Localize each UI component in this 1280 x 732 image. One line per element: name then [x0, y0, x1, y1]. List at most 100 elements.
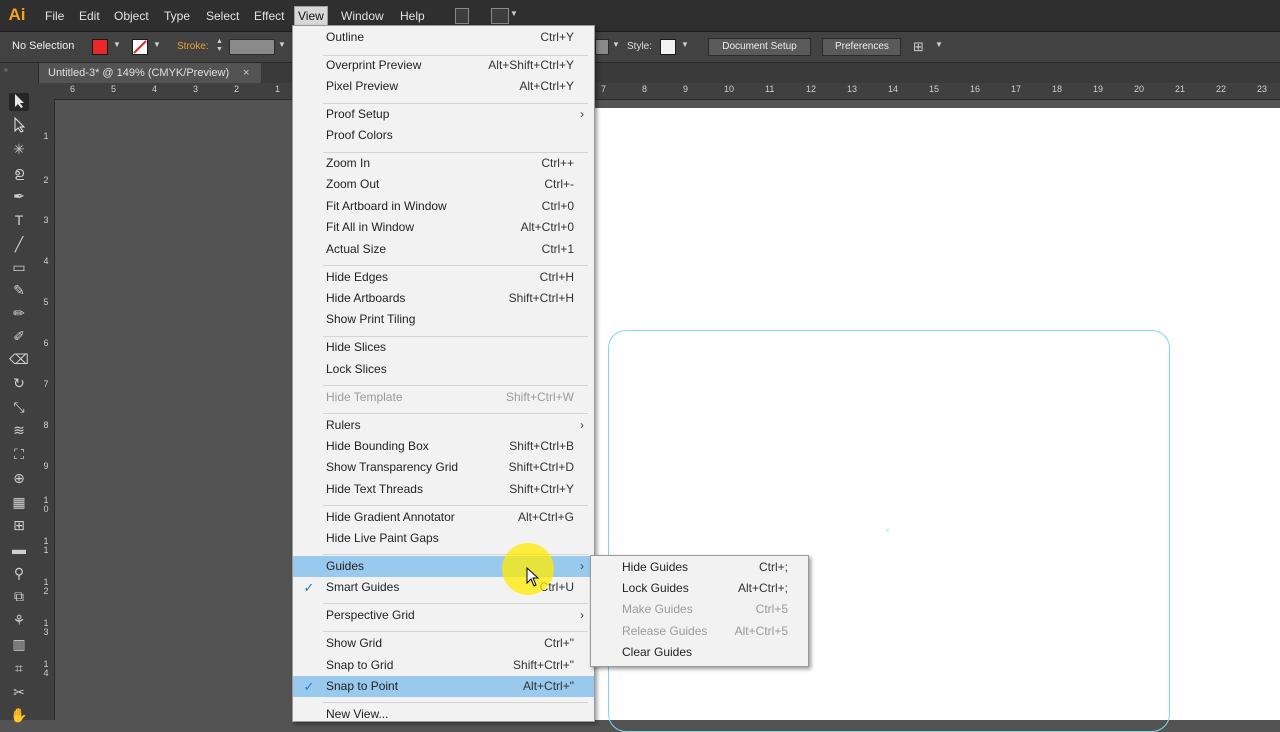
menu-item-lock-guides[interactable]: Lock Guides Alt+Ctrl+; — [591, 578, 808, 599]
menu-item-pixel-preview[interactable]: Pixel Preview Alt+Ctrl+Y — [293, 76, 594, 97]
menu-item-shortcut: Ctrl+; — [758, 560, 788, 574]
menu-item-show-grid[interactable]: Show Grid Ctrl+" — [293, 633, 594, 654]
shape-builder-icon[interactable]: ⊕ — [9, 469, 29, 487]
menu-separator — [323, 603, 588, 604]
pencil-icon[interactable]: ✏ — [9, 304, 29, 322]
menu-item-hide-text-threads[interactable]: Hide Text Threads Shift+Ctrl+Y — [293, 479, 594, 500]
menu-item-new-view[interactable]: New View... — [293, 704, 594, 725]
pen-tool-icon[interactable]: ✒ — [9, 187, 29, 205]
column-graph-icon[interactable]: ▥ — [9, 635, 29, 653]
menu-item-zoom-out[interactable]: Zoom Out Ctrl+- — [293, 174, 594, 195]
fill-swatch[interactable] — [92, 39, 108, 55]
menu-item-overprint-preview[interactable]: Overprint Preview Alt+Shift+Ctrl+Y — [293, 55, 594, 76]
menu-view[interactable]: View — [294, 6, 328, 26]
eraser-icon[interactable]: ⌫ — [9, 350, 29, 368]
artboard-tool-icon[interactable]: ⌗ — [9, 659, 29, 677]
lasso-icon[interactable]: ഉ — [9, 163, 29, 181]
menu-item-label: Hide Edges — [326, 270, 389, 284]
warp-tool-icon[interactable]: ≋ — [9, 421, 29, 439]
menu-item-fit-all[interactable]: Fit All in Window Alt+Ctrl+0 — [293, 217, 594, 238]
menu-type[interactable]: Type — [161, 7, 193, 25]
type-tool-icon[interactable]: T — [9, 211, 29, 229]
stroke-stepper-icon[interactable]: ▲ ▼ — [216, 38, 223, 54]
menu-file[interactable]: File — [42, 7, 67, 25]
magic-wand-icon[interactable]: ✳ — [9, 140, 29, 158]
blend-tool-icon[interactable]: ⧉ — [9, 587, 29, 605]
menu-item-fit-artboard[interactable]: Fit Artboard in Window Ctrl+0 — [293, 196, 594, 217]
symbol-sprayer-icon[interactable]: ⚘ — [9, 611, 29, 629]
stroke-dropdown-icon[interactable]: ▼ — [153, 40, 161, 49]
close-icon[interactable]: × — [243, 63, 249, 83]
opacity-input[interactable] — [595, 39, 609, 55]
menu-item-label: Snap to Point — [326, 679, 399, 693]
menu-item-show-print-tiling[interactable]: Show Print Tiling — [293, 309, 594, 330]
menu-item-hide-guides[interactable]: Hide Guides Ctrl+; — [591, 557, 808, 578]
menu-item-label: Actual Size — [326, 242, 387, 256]
stroke-weight-input[interactable] — [229, 39, 275, 55]
arrange-dropdown-icon[interactable]: ▼ — [935, 40, 943, 49]
style-swatch[interactable] — [660, 39, 676, 55]
ruler-label: 13 — [43, 618, 49, 637]
opacity-dropdown-icon[interactable]: ▼ — [612, 40, 620, 49]
arrange-documents-icon[interactable] — [491, 8, 509, 24]
menu-item-clear-guides[interactable]: Clear Guides — [591, 642, 808, 663]
menu-item-hide-artboards[interactable]: Hide Artboards Shift+Ctrl+H — [293, 288, 594, 309]
scale-tool-icon[interactable]: ⤡ — [9, 398, 29, 416]
menu-effect[interactable]: Effect — [251, 7, 287, 25]
menu-select[interactable]: Select — [203, 7, 242, 25]
rectangle-tool-icon[interactable]: ▭ — [9, 258, 29, 276]
menu-window[interactable]: Window — [338, 7, 387, 25]
rotate-tool-icon[interactable]: ↻ — [9, 374, 29, 392]
line-tool-icon[interactable]: ╱ — [9, 235, 29, 253]
menu-item-actual-size[interactable]: Actual Size Ctrl+1 — [293, 239, 594, 260]
menu-item-rulers[interactable]: Rulers › — [293, 415, 594, 436]
submenu-arrow-icon: › — [580, 107, 584, 121]
bridge-icon[interactable] — [455, 8, 469, 24]
menu-item-outline[interactable]: Outline Ctrl+Y — [293, 27, 594, 48]
fill-dropdown-icon[interactable]: ▼ — [113, 40, 121, 49]
menu-item-hide-live-paint-gaps[interactable]: Hide Live Paint Gaps — [293, 528, 594, 549]
style-dropdown-icon[interactable]: ▼ — [681, 40, 689, 49]
menu-item-hide-slices[interactable]: Hide Slices — [293, 337, 594, 358]
menu-item-shortcut: Ctrl+1 — [541, 242, 574, 256]
chevron-down-icon[interactable]: ▼ — [510, 9, 518, 18]
menu-item-label: Show Print Tiling — [326, 312, 416, 326]
menu-edit[interactable]: Edit — [76, 7, 103, 25]
slice-tool-icon[interactable]: ✂ — [9, 683, 29, 701]
paintbrush-icon[interactable]: ✎ — [9, 281, 29, 299]
menu-item-hide-edges[interactable]: Hide Edges Ctrl+H — [293, 267, 594, 288]
stroke-swatch[interactable] — [132, 39, 148, 55]
menu-item-snap-to-point[interactable]: ✓ Snap to Point Alt+Ctrl+" — [293, 676, 594, 697]
hand-tool-icon[interactable]: ✋ — [9, 706, 29, 724]
menu-item-label: Overprint Preview — [326, 58, 422, 72]
stroke-weight-dropdown-icon[interactable]: ▼ — [278, 40, 286, 49]
menu-item-lock-slices[interactable]: Lock Slices — [293, 359, 594, 380]
ruler-label: 13 — [847, 84, 858, 94]
gradient-tool-icon[interactable]: ▬ — [9, 540, 29, 558]
perspective-grid-icon[interactable]: ▦ — [9, 493, 29, 511]
menu-item-label: Smart Guides — [326, 580, 400, 594]
document-setup-button[interactable]: Document Setup — [708, 38, 811, 56]
menu-help[interactable]: Help — [397, 7, 428, 25]
document-tab[interactable]: Untitled-3* @ 149% (CMYK/Preview) × — [38, 63, 261, 83]
selection-tool-icon[interactable] — [9, 93, 29, 111]
menu-item-proof-setup[interactable]: Proof Setup › — [293, 104, 594, 125]
arrange-icon[interactable]: ⊞ — [913, 39, 924, 55]
eyedropper-icon[interactable]: ⚲ — [9, 564, 29, 582]
menu-item-hide-bounding-box[interactable]: Hide Bounding Box Shift+Ctrl+B — [293, 436, 594, 457]
menu-item-show-transparency-grid[interactable]: Show Transparency Grid Shift+Ctrl+D — [293, 457, 594, 478]
direct-selection-tool-icon[interactable] — [9, 116, 29, 135]
mesh-tool-icon[interactable]: ⊞ — [9, 516, 29, 534]
menu-item-proof-colors[interactable]: Proof Colors — [293, 125, 594, 146]
preferences-button[interactable]: Preferences — [822, 38, 901, 56]
menu-item-hide-gradient-annotator[interactable]: Hide Gradient Annotator Alt+Ctrl+G — [293, 507, 594, 528]
menu-item-label: Proof Colors — [326, 128, 393, 142]
blob-brush-icon[interactable]: ✐ — [9, 327, 29, 345]
menu-item-zoom-in[interactable]: Zoom In Ctrl++ — [293, 153, 594, 174]
collapse-panel-icon[interactable]: » — [4, 67, 8, 74]
menu-item-perspective-grid[interactable]: Perspective Grid › — [293, 605, 594, 626]
menu-object[interactable]: Object — [111, 7, 152, 25]
ruler-label: 4 — [43, 256, 49, 266]
menu-item-snap-to-grid[interactable]: Snap to Grid Shift+Ctrl+" — [293, 655, 594, 676]
free-transform-icon[interactable]: ⛶ — [9, 445, 29, 463]
